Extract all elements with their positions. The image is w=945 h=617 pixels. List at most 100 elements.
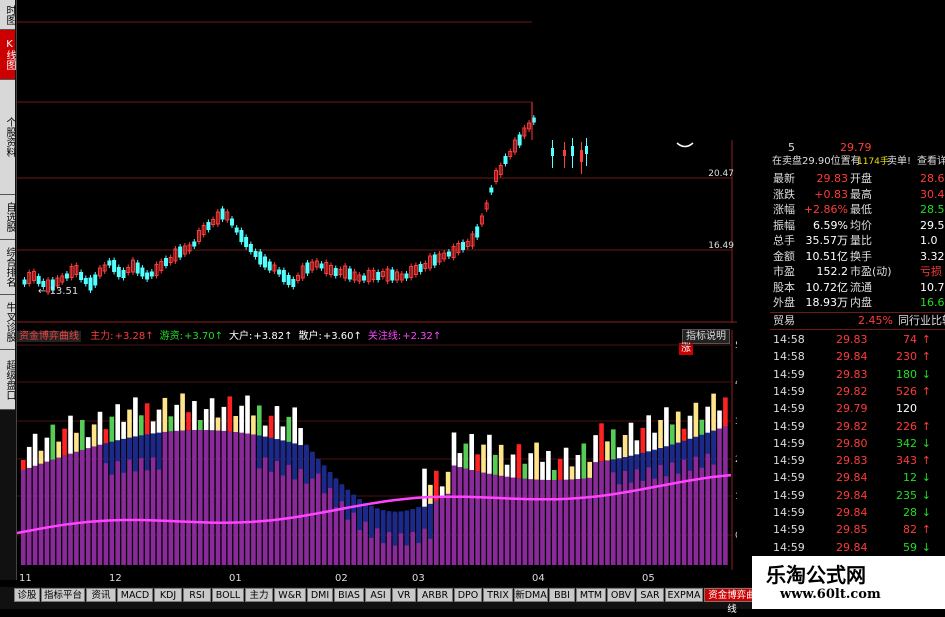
indicator-bar [699,432,705,468]
indicator-bar [611,457,616,473]
indicator-bar [563,447,569,480]
quote-alert-row[interactable]: 在卖盘29.90位置有1174手卖单! 查看详情 [770,154,945,170]
left-tab-2[interactable]: 个股资料 [0,80,15,195]
candle [571,146,574,156]
candle [192,241,197,247]
industry-compare-link[interactable]: 同行业比较 [898,313,945,329]
left-tab-6[interactable]: 超级盘口 [0,350,15,410]
industry-name: 贸易 [773,314,795,327]
indicator-chart[interactable]: 5.37 4.50 3.60 2.70 1.80 0.899 [17,330,737,570]
indicator-bar [504,476,510,565]
tick-row: 14:59 29.84 28 ↓ [770,505,945,521]
indicator-bar [675,411,681,443]
indicator-bar [705,430,710,454]
industry-row[interactable]: 贸易 2.45% 同行业比较 [770,312,945,330]
bottom-tab-19[interactable]: OBV [607,588,635,602]
bottom-tab-3[interactable]: MACD [117,588,153,602]
bottom-tab-9[interactable]: DMI [307,588,333,602]
bottom-tab-14[interactable]: DPO [454,588,482,602]
bottom-tab-16[interactable]: 新DMA [514,588,548,602]
indicator-bar [475,454,480,472]
indicator-bar [50,424,56,460]
candle [281,270,286,282]
stat-label: 总手 [773,234,795,247]
candle [432,254,437,266]
bottom-tab-7[interactable]: 主力 [245,588,273,602]
indicator-bar [599,461,604,565]
bottom-tab-1[interactable]: 指标平台 [41,588,85,602]
bottom-tab-0[interactable]: 诊股 [14,588,40,602]
bottom-tab-15[interactable]: TRIX [483,588,513,602]
indicator-bar [693,402,699,437]
indicator-bar [162,431,168,565]
indicator-bar [321,465,327,494]
tick-row: 14:59 29.82 526 ↑ [770,384,945,400]
bottom-tab-5[interactable]: RSI [183,588,211,602]
bottom-tab-2[interactable]: 资讯 [86,588,116,602]
alert-detail-link[interactable]: 查看详情 [917,154,945,170]
x-axis: 11 12 01 02 03 04 05 [17,573,737,587]
candle [88,277,93,291]
indicator-bar [587,477,592,565]
tick-volume: 226 [896,419,917,433]
bottom-tab-13[interactable]: ARBR [417,588,453,602]
indicator-bar [351,494,356,513]
stat-value: 29.5 [920,218,945,232]
indicator-bar [717,410,722,429]
candle [489,187,494,193]
bottom-tab-18[interactable]: MTM [576,588,606,602]
bottom-tab-21[interactable]: EXPMA [665,588,703,602]
bottom-tab-17[interactable]: BBI [549,588,575,602]
indicator-bar [345,489,351,520]
indicator-bar [156,409,162,433]
tick-price: 29.83 [836,333,868,346]
up-arrow-icon: ↑ [921,350,931,364]
bottom-tab-10[interactable]: BIAS [334,588,364,602]
indicator-bar [622,435,628,458]
candle [64,273,69,279]
up-arrow-icon: ↑ [921,333,931,346]
indicator-bar [91,424,97,447]
bottom-tab-11[interactable]: ASI [365,588,391,602]
quote-stat-row: 总手 35.57万 量比 1.0 [770,233,945,249]
indicator-bar [38,450,44,464]
indicator-bar [80,419,85,450]
bottom-tab-4[interactable]: KDJ [154,588,182,602]
left-tab-1[interactable]: K线图 [0,30,15,80]
indicator-bar [646,449,651,468]
left-tab-4[interactable]: 综合排名 [0,240,15,295]
bottom-tab-8[interactable]: W&R [274,588,306,602]
left-tab-0[interactable]: 时图 [0,0,15,30]
indicator-bar [552,469,557,480]
indicator-bar [557,458,563,480]
x-axis-label: 02 [335,573,348,584]
quote-stat-row: 振幅 6.59% 均价 29.5 [770,218,945,234]
indicator-axis-label: 2.70 [735,455,737,465]
tick-time: 14:59 [773,523,805,537]
indicator-bar [392,511,398,546]
indicator-bar [127,435,132,460]
tick-price: 29.80 [836,436,868,450]
candle [277,269,282,275]
indicator-bar [103,429,109,444]
indicator-bar [233,432,238,565]
stat-value: 35.57万 [805,234,849,247]
tick-row: 14:59 29.83 343 ↑ [770,453,945,469]
bottom-tab-20[interactable]: SAR [636,588,664,602]
tick-volume: 526 [896,384,917,398]
tick-time: 14:59 [773,402,805,416]
indicator-bar [357,499,362,531]
indicator-bar [109,439,115,475]
bottom-tab-12[interactable]: VR [392,588,416,602]
bottom-tab-6[interactable]: BOLL [212,588,244,602]
quote-stat-row: 涨幅 +2.86% 最低 28.5 [770,202,945,218]
down-arrow-icon: ↓ [921,506,931,519]
indicator-bar [174,430,179,565]
indicator-bar [552,479,557,565]
left-tab-3[interactable]: 自选股 [0,195,15,240]
candle [178,246,183,258]
indicator-bar [339,484,345,502]
kline-chart[interactable]: 20.47 16.49 [17,0,737,323]
left-tab-5[interactable]: 牛叉诊股 [0,295,15,350]
candle [220,208,225,220]
